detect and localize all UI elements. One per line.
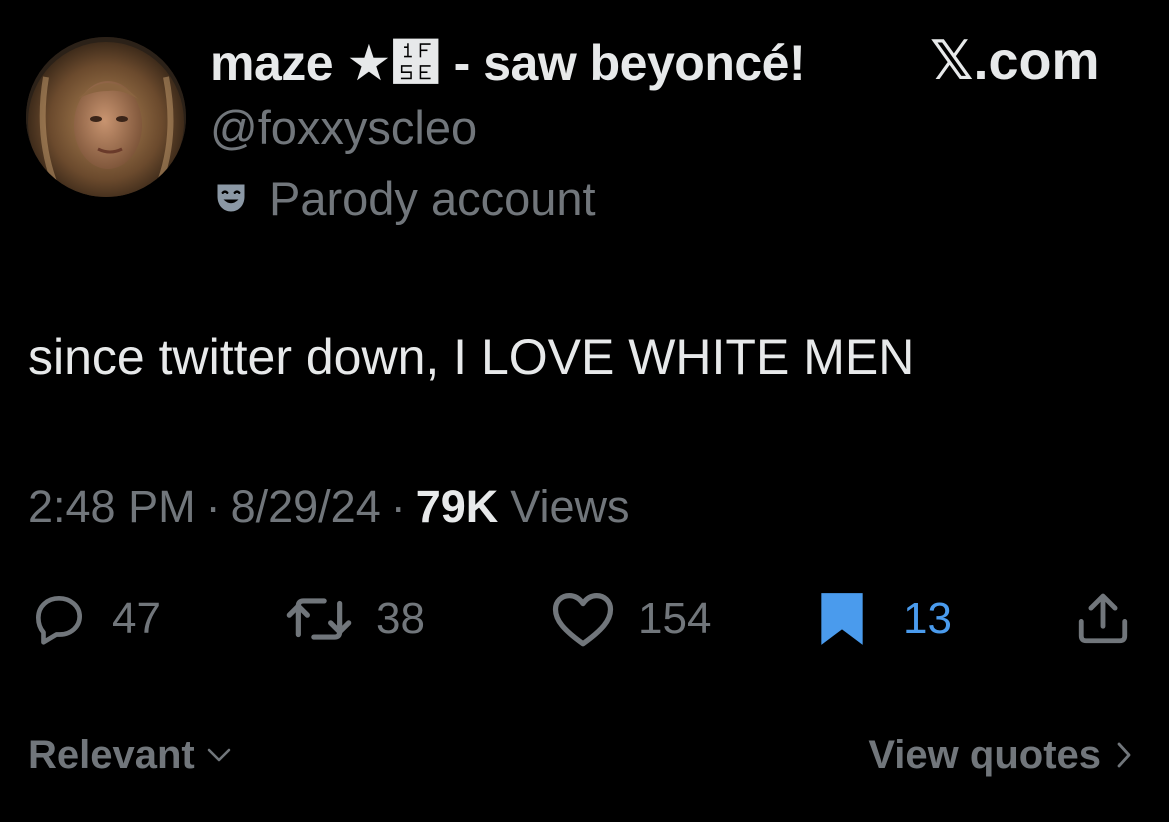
share-icon <box>1078 593 1128 644</box>
sort-label: Relevant <box>28 733 195 777</box>
user-handle[interactable]: @foxxyscleo <box>210 100 477 156</box>
reply-count: 47 <box>112 594 161 643</box>
views-count: 79K <box>415 481 499 532</box>
repost-button[interactable]: 38 <box>284 588 425 650</box>
meta-separator: · <box>205 481 221 532</box>
parody-account-label: Parody account <box>213 168 596 228</box>
tweet-time[interactable]: 2:48 PM <box>28 477 196 537</box>
meta-separator: · <box>390 481 406 532</box>
repost-icon <box>286 598 352 640</box>
theater-mask-icon <box>217 184 245 212</box>
tweet-meta: 2:48 PM · 8/29/24 · 79K Views <box>28 477 630 537</box>
view-quotes-link[interactable]: View quotes <box>868 727 1133 783</box>
parody-label-text: Parody account <box>269 171 596 225</box>
sort-relevant-dropdown[interactable]: Relevant <box>28 727 233 783</box>
avatar[interactable] <box>26 37 186 197</box>
bookmark-icon <box>821 593 863 645</box>
like-count: 154 <box>638 594 712 643</box>
like-button[interactable]: 154 <box>550 588 711 650</box>
brand-suffix: .com <box>973 31 1100 91</box>
x-dot-com-watermark: 𝕏 .com <box>930 29 1100 92</box>
views-label: Views <box>510 481 630 532</box>
tweet-date[interactable]: 8/29/24 <box>231 477 381 537</box>
reply-button[interactable]: 47 <box>28 588 161 650</box>
display-name[interactable]: maze ★὞ - saw beyoncé! <box>210 33 806 93</box>
reply-icon <box>36 596 82 645</box>
share-button[interactable] <box>1074 588 1132 650</box>
x-logo-icon: 𝕏 <box>930 29 974 92</box>
view-quotes-label: View quotes <box>868 733 1101 777</box>
tweet-text: since twitter down, I LOVE WHITE MEN <box>28 329 915 385</box>
heart-icon <box>552 593 614 647</box>
repost-count: 38 <box>376 594 425 643</box>
avatar-image <box>26 37 186 197</box>
chevron-down-icon <box>207 748 231 762</box>
bookmark-count: 13 <box>903 594 952 643</box>
bookmark-button[interactable]: 13 <box>815 588 952 650</box>
chevron-right-icon <box>1117 742 1131 768</box>
